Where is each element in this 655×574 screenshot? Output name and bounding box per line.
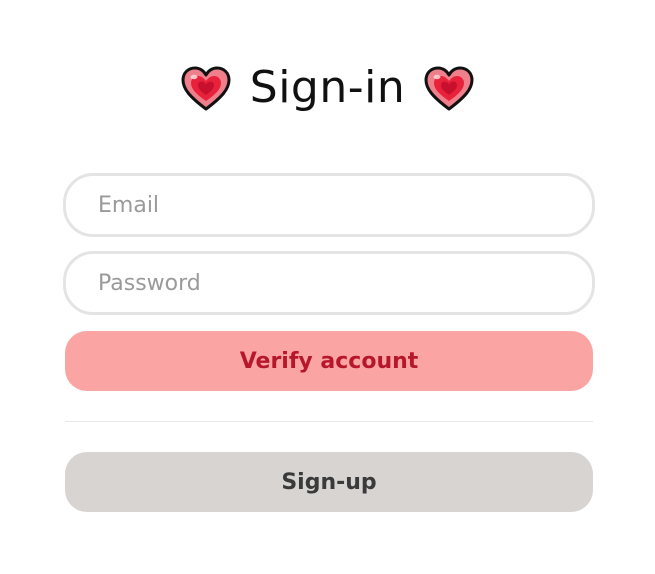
title-row: Sign-in <box>0 58 655 120</box>
email-input[interactable] <box>96 191 592 219</box>
divider <box>65 421 593 422</box>
heart-icon <box>423 65 475 113</box>
password-input[interactable] <box>96 269 592 297</box>
verify-account-button[interactable]: Verify account <box>65 331 593 391</box>
email-field[interactable] <box>63 173 595 237</box>
sign-up-button[interactable]: Sign-up <box>65 452 593 512</box>
page-title: Sign-in <box>249 62 406 113</box>
heart-icon <box>180 65 232 113</box>
password-field[interactable] <box>63 251 595 315</box>
